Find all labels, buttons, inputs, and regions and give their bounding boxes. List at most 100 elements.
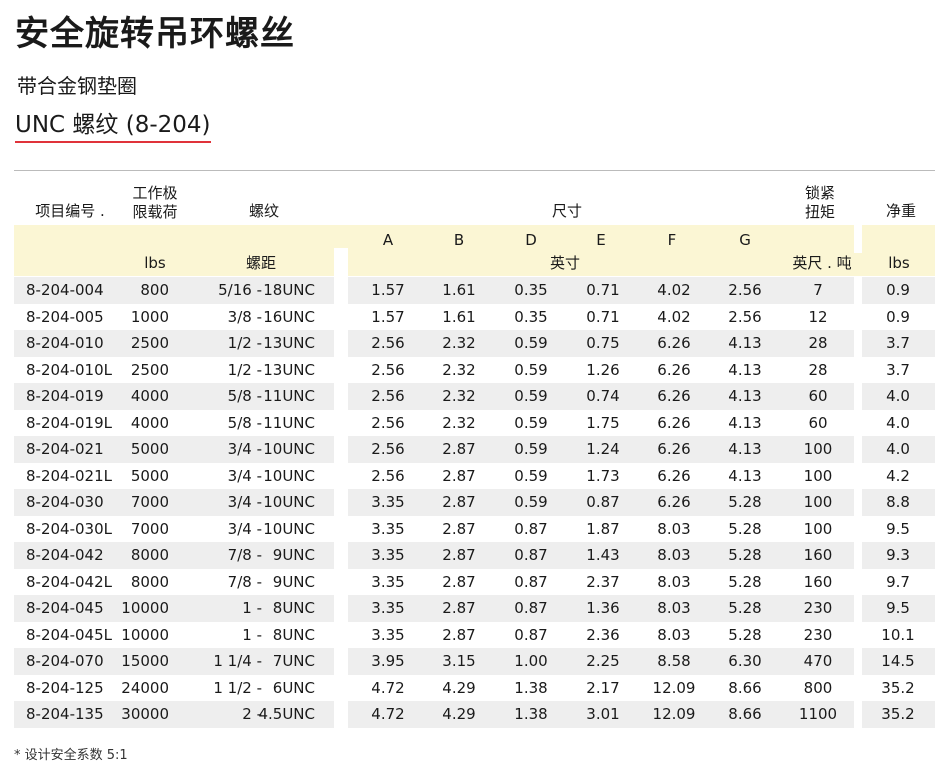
cell-torque: 28 [808, 334, 828, 352]
cell-tpi: 8UNC [272, 625, 315, 644]
cell-d: 0.87 [514, 625, 548, 644]
unit-wll: lbs [144, 254, 166, 272]
cell-a: 2.56 [371, 334, 405, 352]
cell-e: 2.25 [586, 652, 620, 670]
cell-f: 8.03 [657, 625, 691, 644]
cell-a: 2.56 [371, 360, 405, 379]
cell-torque: 470 [803, 652, 833, 670]
cell-e: 2.37 [586, 572, 620, 591]
cell-g: 2.56 [728, 307, 762, 326]
cell-pitch: 3/8 - [227, 307, 262, 326]
table-row: 8-204-010 2500 1/2 -13UNC 2.56 2.32 0.59 0.75 6… [14, 330, 935, 357]
cell-torque: 100 [803, 440, 833, 458]
spec-table-body: 8-204-004 800 5/16 -18UNC 1.57 1.61 0.35 0.71 4… [14, 277, 935, 728]
cell-a: 3.35 [371, 519, 405, 538]
row-gap-2 [854, 595, 862, 622]
cell-wll: 7000 [130, 519, 169, 538]
cell-weight: 0.9 [886, 307, 910, 326]
cell-g: 5.28 [728, 493, 762, 511]
header-size: 尺寸 [551, 202, 583, 220]
cell-e: 2.17 [586, 678, 620, 697]
table-row: 8-204-125 24000 1 1/2 - 6UNC 4.72 4.29 1.38 2.1… [14, 675, 935, 702]
cell-item: 8-204-019 [26, 387, 104, 405]
cell-e: 1.75 [586, 413, 620, 432]
header-dim-d: D [525, 231, 537, 249]
cell-d: 0.59 [514, 440, 548, 458]
cell-a: 2.56 [371, 440, 405, 458]
cell-item: 8-204-004 [26, 281, 104, 299]
cell-tpi: 9UNC [272, 546, 315, 564]
row-gap-2 [854, 648, 862, 675]
header-dim-g: G [739, 231, 751, 249]
cell-d: 0.87 [514, 519, 548, 538]
cell-torque: 28 [808, 360, 828, 379]
cell-e: 0.75 [586, 334, 620, 352]
cell-wll: 5000 [130, 440, 169, 458]
cell-d: 0.59 [514, 413, 548, 432]
cell-tpi: 10UNC [263, 466, 315, 485]
table-row: 8-204-019L 4000 5/8 -11UNC 2.56 2.32 0.59 1.75… [14, 410, 935, 437]
cell-tpi: 7UNC [272, 652, 315, 670]
row-gap-2 [854, 542, 862, 569]
cell-b: 1.61 [442, 281, 476, 299]
cell-weight: 35.2 [881, 678, 915, 697]
cell-weight: 3.7 [886, 334, 910, 352]
cell-pitch: 3/4 - [227, 519, 262, 538]
row-gap [334, 595, 348, 622]
cell-d: 0.35 [514, 281, 548, 299]
unit-size: 英寸 [549, 254, 581, 272]
page-subtitle: 带合金钢垫圈 [17, 74, 137, 98]
row-gap-2 [854, 489, 862, 516]
cell-d: 1.38 [514, 678, 548, 697]
cell-weight: 14.5 [881, 652, 915, 670]
cell-torque: 60 [808, 387, 828, 405]
cell-pitch: 7/8 - [227, 572, 262, 591]
cell-f: 8.03 [657, 572, 691, 591]
row-gap [334, 436, 348, 463]
cell-g: 5.28 [728, 599, 762, 617]
cell-a: 3.35 [371, 572, 405, 591]
cell-a: 3.35 [371, 493, 405, 511]
cell-wll: 30000 [121, 705, 169, 723]
table-row: 8-204-030L 7000 3/4 -10UNC 3.35 2.87 0.87 1.87… [14, 516, 935, 543]
header-torque: 锁紧 扭矩 [805, 184, 835, 222]
table-row: 8-204-030 7000 3/4 -10UNC 3.35 2.87 0.59 0.87 6… [14, 489, 935, 516]
table-row: 8-204-070 15000 1 1/4 - 7UNC 3.95 3.15 1.00 2.2… [14, 648, 935, 675]
cell-wll: 4000 [130, 413, 169, 432]
header-wll-line1: 工作极 [132, 184, 178, 202]
row-gap [334, 648, 348, 675]
cell-torque: 60 [808, 413, 828, 432]
cell-tpi: 13UNC [263, 334, 315, 352]
cell-weight: 0.9 [886, 281, 910, 299]
header-torque-line2: 扭矩 [804, 203, 836, 221]
cell-g: 4.13 [728, 387, 762, 405]
page-title: 安全旋转吊环螺丝 [15, 14, 295, 54]
cell-torque: 12 [808, 307, 828, 326]
cell-f: 6.26 [657, 466, 691, 485]
cell-f: 8.58 [657, 652, 691, 670]
cell-g: 5.28 [728, 572, 762, 591]
table-row: 8-204-135 30000 2 -4.5UNC 4.72 4.29 1.38 3.01 1… [14, 701, 935, 728]
cell-pitch: 7/8 - [227, 546, 262, 564]
cell-b: 2.87 [442, 440, 476, 458]
table-row: 8-204-042 8000 7/8 - 9UNC 3.35 2.87 0.87 1.43 8.… [14, 542, 935, 569]
cell-b: 2.32 [442, 334, 476, 352]
cell-wll: 10000 [121, 625, 169, 644]
cell-g: 4.13 [728, 334, 762, 352]
cell-torque: 100 [803, 519, 833, 538]
header-thread: 螺纹 [248, 202, 280, 220]
cell-g: 2.56 [728, 281, 762, 299]
header-item-no: 项目编号 . [35, 202, 105, 220]
header-band-gap [334, 248, 348, 276]
cell-d: 0.59 [514, 466, 548, 485]
cell-weight: 9.5 [886, 519, 910, 538]
cell-pitch: 3/4 - [227, 466, 262, 485]
cell-b: 2.87 [442, 625, 476, 644]
header-dim-f: F [667, 231, 677, 249]
cell-d: 0.87 [514, 599, 548, 617]
header-dim-b: B [453, 231, 465, 249]
cell-d: 0.59 [514, 334, 548, 352]
cell-f: 12.09 [652, 678, 696, 697]
cell-weight: 9.3 [886, 546, 910, 564]
cell-a: 2.56 [371, 466, 405, 485]
